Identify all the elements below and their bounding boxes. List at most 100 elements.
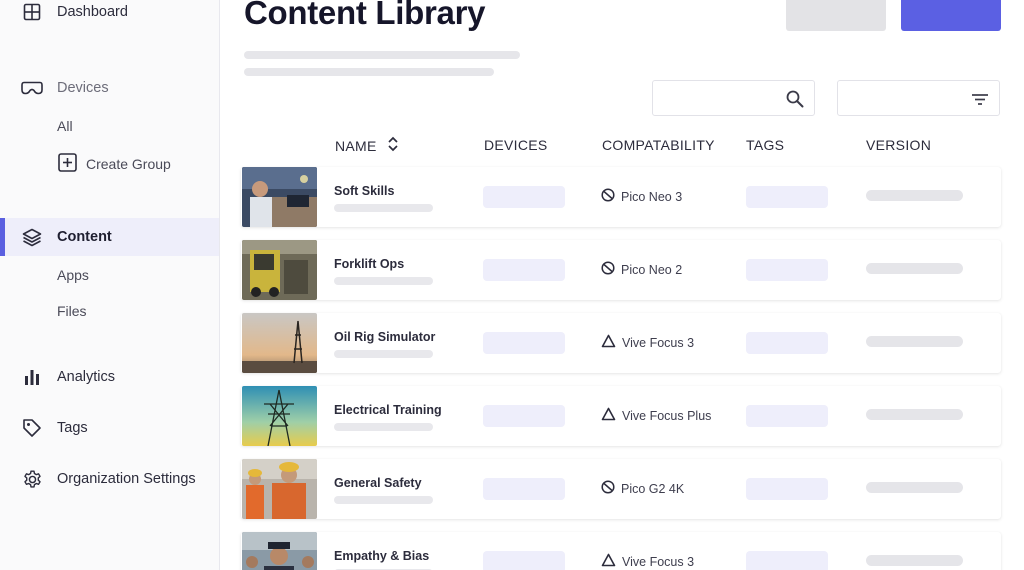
- secondary-action-button[interactable]: [786, 0, 886, 31]
- sidebar-item-label: Content: [57, 229, 112, 245]
- content-subtitle-placeholder: [334, 350, 433, 358]
- content-subtitle-placeholder: [334, 496, 433, 504]
- devices-placeholder: [483, 332, 565, 354]
- version-placeholder: [866, 263, 963, 274]
- content-name[interactable]: Electrical Training: [334, 403, 442, 417]
- content-name[interactable]: Oil Rig Simulator: [334, 330, 435, 344]
- add-box-icon: [58, 153, 77, 175]
- content-name[interactable]: Empathy & Bias: [334, 549, 429, 563]
- sidebar-item-organization-settings[interactable]: Organization Settings: [0, 460, 219, 498]
- tags-placeholder: [746, 332, 828, 354]
- content-subtitle-placeholder: [334, 423, 433, 431]
- content-name[interactable]: Soft Skills: [334, 184, 394, 198]
- sort-icon[interactable]: [387, 135, 399, 156]
- tags-placeholder: [746, 551, 828, 570]
- description-placeholder-line: [244, 68, 494, 76]
- devices-placeholder: [483, 405, 565, 427]
- version-placeholder: [866, 336, 963, 347]
- column-header-label: NAME: [335, 137, 377, 154]
- vr-headset-icon: [21, 77, 43, 99]
- compatibility-label: Pico Neo 2: [621, 262, 683, 277]
- devices-placeholder: [483, 259, 565, 281]
- compatibility: Vive Focus 3: [601, 553, 694, 570]
- compatibility-label: Pico G2 4K: [621, 481, 685, 496]
- compatibility-label: Pico Neo 3: [621, 189, 683, 204]
- devices-placeholder: [483, 478, 565, 500]
- tags-placeholder: [746, 259, 828, 281]
- version-placeholder: [866, 190, 963, 201]
- sidebar-item-analytics[interactable]: Analytics: [0, 358, 219, 396]
- compatibility-label: Vive Focus Plus: [622, 408, 712, 423]
- search-icon[interactable]: [785, 89, 805, 109]
- tag-icon: [21, 417, 43, 439]
- sidebar-subitem-all[interactable]: All: [57, 118, 73, 134]
- sidebar-item-devices[interactable]: Devices: [0, 69, 219, 107]
- sidebar-item-dashboard[interactable]: Dashboard: [0, 0, 219, 31]
- sidebar-item-label: Organization Settings: [57, 471, 196, 487]
- compatibility: Pico G2 4K: [601, 480, 684, 497]
- pico-icon: [601, 261, 615, 278]
- content-name[interactable]: Forklift Ops: [334, 257, 404, 271]
- sidebar: Dashboard Devices All Create Group Conte…: [0, 0, 220, 570]
- content-thumbnail: [242, 240, 317, 300]
- dashboard-icon: [21, 1, 43, 23]
- content-subtitle-placeholder: [334, 277, 433, 285]
- table-row[interactable]: Oil Rig Simulator Vive Focus 3: [241, 313, 1001, 373]
- vive-icon: [601, 407, 616, 424]
- compatibility-label: Vive Focus 3: [622, 335, 695, 350]
- page-title: Content Library: [244, 0, 486, 31]
- column-header-name[interactable]: NAME: [335, 135, 399, 156]
- version-placeholder: [866, 482, 963, 493]
- create-group-label: Create Group: [86, 156, 171, 172]
- sidebar-subitem-apps[interactable]: Apps: [57, 267, 89, 283]
- sidebar-item-label: Analytics: [57, 369, 116, 385]
- sidebar-item-label: Tags: [57, 420, 88, 436]
- content-subtitle-placeholder: [334, 204, 433, 212]
- primary-action-button[interactable]: [901, 0, 1001, 31]
- content-thumbnail: [242, 459, 317, 519]
- content-thumbnail: [242, 386, 317, 446]
- vive-icon: [601, 553, 616, 570]
- sidebar-subitem-files[interactable]: Files: [57, 303, 87, 319]
- content-thumbnail: [242, 167, 317, 227]
- pico-icon: [601, 480, 615, 497]
- column-header-devices[interactable]: DEVICES: [484, 137, 548, 153]
- layers-icon: [21, 226, 43, 248]
- gear-icon: [21, 468, 43, 490]
- filter-select[interactable]: [837, 80, 1000, 116]
- table-row[interactable]: Electrical Training Vive Focus Plus: [241, 386, 1001, 446]
- compatibility: Pico Neo 3: [601, 188, 682, 205]
- filter-icon[interactable]: [970, 89, 990, 109]
- table-row[interactable]: Soft Skills Pico Neo 3: [241, 167, 1001, 227]
- column-header-tags[interactable]: TAGS: [746, 137, 784, 153]
- content-thumbnail: [242, 313, 317, 373]
- content-thumbnail: [242, 532, 317, 570]
- tags-placeholder: [746, 478, 828, 500]
- devices-placeholder: [483, 551, 565, 570]
- column-header-version[interactable]: VERSION: [866, 137, 931, 153]
- sidebar-item-label: Dashboard: [57, 4, 128, 20]
- vive-icon: [601, 334, 616, 351]
- bar-chart-icon: [21, 366, 43, 388]
- tags-placeholder: [746, 186, 828, 208]
- column-header-compatability[interactable]: COMPATABILITY: [602, 137, 715, 153]
- compatibility-label: Vive Focus 3: [622, 554, 695, 569]
- content-name[interactable]: General Safety: [334, 476, 422, 490]
- pico-icon: [601, 188, 615, 205]
- compatibility: Pico Neo 2: [601, 261, 682, 278]
- sidebar-item-content[interactable]: Content: [0, 218, 219, 256]
- sidebar-item-label: Devices: [57, 80, 109, 96]
- description-placeholder-line: [244, 51, 520, 59]
- table-row[interactable]: General Safety Pico G2 4K: [241, 459, 1001, 519]
- devices-placeholder: [483, 186, 565, 208]
- version-placeholder: [866, 409, 963, 420]
- sidebar-item-tags[interactable]: Tags: [0, 409, 219, 447]
- table-row[interactable]: Forklift Ops Pico Neo 2: [241, 240, 1001, 300]
- table-row[interactable]: Empathy & Bias Vive Focus 3: [241, 532, 1001, 570]
- compatibility: Vive Focus 3: [601, 334, 694, 351]
- search-input[interactable]: [652, 80, 815, 116]
- version-placeholder: [866, 555, 963, 566]
- compatibility: Vive Focus Plus: [601, 407, 711, 424]
- sidebar-subitem-create-group[interactable]: Create Group: [58, 153, 171, 175]
- tags-placeholder: [746, 405, 828, 427]
